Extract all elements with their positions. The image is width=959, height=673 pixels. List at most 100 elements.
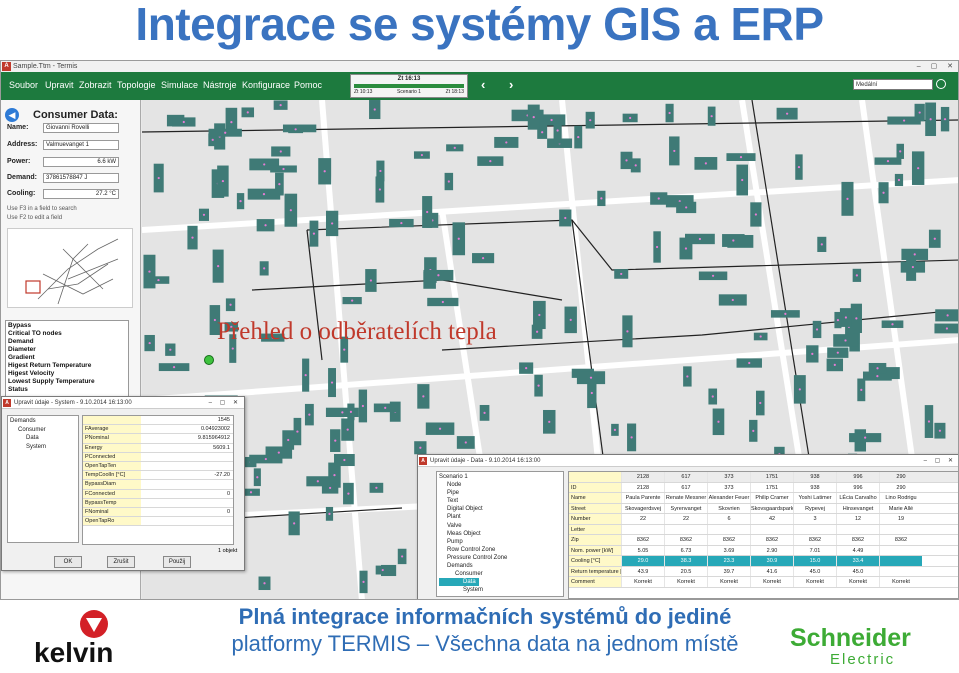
table-cell[interactable]: 23.3 bbox=[707, 556, 750, 566]
table-cell[interactable]: 33.4 bbox=[836, 556, 879, 566]
search-icon[interactable] bbox=[936, 79, 946, 89]
column-header[interactable]: 617 bbox=[664, 472, 707, 482]
consumer-dot[interactable] bbox=[330, 381, 334, 384]
table-cell[interactable]: Korrekt bbox=[664, 577, 707, 587]
consumer-dot[interactable] bbox=[537, 384, 540, 387]
table-cell[interactable]: 22 bbox=[621, 514, 664, 524]
consumer-dot[interactable] bbox=[378, 188, 382, 191]
object-tree[interactable]: Scenario 1 Node Pipe Text Digital Object Plan… bbox=[436, 471, 564, 597]
consumer-dot[interactable] bbox=[381, 568, 384, 572]
consumer-dot[interactable] bbox=[373, 108, 376, 111]
consumer-dot[interactable] bbox=[613, 428, 617, 431]
property-value[interactable]: 9.815964912 bbox=[141, 434, 233, 442]
window-controls[interactable]: – ▢ ✕ bbox=[917, 61, 957, 72]
table-cell[interactable]: Skovagerdsvej bbox=[621, 503, 664, 513]
menu-upravit[interactable]: Upravit bbox=[45, 80, 74, 90]
table-cell[interactable] bbox=[879, 566, 922, 576]
search-input[interactable]: Medální bbox=[853, 79, 933, 90]
tree-item[interactable]: Demands bbox=[439, 562, 561, 570]
consumer-dot[interactable] bbox=[897, 178, 901, 182]
table-cell[interactable]: 8362 bbox=[793, 535, 836, 545]
list-item[interactable]: Lowest Supply Temperature bbox=[8, 378, 126, 386]
consumer-dot[interactable] bbox=[213, 318, 216, 322]
table-row[interactable]: ID 2128 617 373 1751 938 996 290 bbox=[569, 482, 958, 493]
consumer-dot[interactable] bbox=[710, 115, 713, 118]
table-cell[interactable]: 7.01 bbox=[793, 545, 836, 555]
tree-item[interactable]: Meas Object bbox=[439, 530, 561, 538]
dialog-controls[interactable]: – ▢ ✕ bbox=[209, 397, 241, 409]
consumer-dot[interactable] bbox=[312, 232, 316, 235]
consumer-dot[interactable] bbox=[328, 512, 331, 515]
consumer-dot[interactable] bbox=[846, 197, 849, 200]
overview-minimap[interactable] bbox=[7, 228, 133, 308]
consumer-dot[interactable] bbox=[933, 237, 936, 240]
consumer-dot[interactable] bbox=[182, 120, 185, 124]
table-cell[interactable]: 4.49 bbox=[836, 545, 879, 555]
selected-consumer-marker[interactable] bbox=[204, 355, 214, 365]
consumer-dot[interactable] bbox=[169, 348, 172, 351]
consumer-dot[interactable] bbox=[741, 178, 744, 182]
consumer-dot[interactable] bbox=[550, 118, 553, 122]
tree-item[interactable]: System bbox=[10, 443, 76, 452]
table-cell[interactable]: Alexander Feuer bbox=[707, 493, 750, 503]
consumer-dot[interactable] bbox=[308, 413, 311, 416]
consumer-dot[interactable] bbox=[347, 492, 350, 495]
consumer-dot[interactable] bbox=[820, 243, 823, 246]
table-cell[interactable]: 8362 bbox=[621, 535, 664, 545]
table-cell[interactable] bbox=[879, 524, 922, 534]
table-cell[interactable]: 41.6 bbox=[750, 566, 793, 576]
table-cell[interactable] bbox=[664, 524, 707, 534]
consumer-dot[interactable] bbox=[419, 446, 422, 449]
property-value[interactable] bbox=[141, 462, 233, 470]
tree-item[interactable]: Node bbox=[439, 481, 561, 489]
tree-item[interactable]: Row Control Zone bbox=[439, 546, 561, 554]
consumer-dot[interactable] bbox=[798, 388, 801, 391]
consumer-dot[interactable] bbox=[331, 222, 334, 225]
consumer-dot[interactable] bbox=[620, 272, 623, 276]
consumer-dot[interactable] bbox=[505, 141, 508, 144]
theme-list[interactable]: Bypass Critical TO nodes Demand Diameter… bbox=[5, 320, 129, 400]
table-cell[interactable]: Korrekt bbox=[836, 577, 879, 587]
tree-item[interactable]: Pipe bbox=[439, 489, 561, 497]
consumer-dot[interactable] bbox=[938, 429, 942, 432]
consumer-dot[interactable] bbox=[886, 160, 890, 163]
table-cell[interactable]: Korrekt bbox=[793, 577, 836, 587]
table-row[interactable]: Letter bbox=[569, 524, 958, 535]
list-item[interactable]: Critical TO nodes bbox=[8, 330, 126, 338]
consumer-dot[interactable] bbox=[246, 111, 249, 114]
consumer-dot[interactable] bbox=[375, 486, 378, 489]
consumer-dot[interactable] bbox=[860, 388, 863, 391]
consumer-dot[interactable] bbox=[351, 299, 354, 302]
consumer-dot[interactable] bbox=[172, 366, 176, 369]
tree-item[interactable]: Data bbox=[10, 434, 76, 443]
cancel-button[interactable]: Zrušit bbox=[107, 556, 135, 568]
consumer-dot[interactable] bbox=[341, 411, 344, 414]
cooling-field[interactable]: 27.2 °C bbox=[43, 189, 119, 199]
consumer-dot[interactable] bbox=[296, 430, 299, 433]
column-header[interactable]: 1751 bbox=[750, 472, 793, 482]
dialog-controls[interactable]: – ▢ ✕ bbox=[924, 455, 956, 467]
menu-nastroje[interactable]: Nástroje bbox=[203, 80, 237, 90]
consumer-dot[interactable] bbox=[731, 298, 734, 302]
consumer-dot[interactable] bbox=[278, 183, 281, 186]
consumer-dot[interactable] bbox=[754, 213, 757, 216]
table-cell[interactable]: 12 bbox=[836, 514, 879, 524]
table-cell[interactable]: 3.69 bbox=[707, 545, 750, 555]
consumer-dot[interactable] bbox=[759, 401, 762, 405]
consumer-dot[interactable] bbox=[911, 265, 914, 269]
consumer-dot[interactable] bbox=[293, 522, 296, 525]
consumer-dot[interactable] bbox=[379, 169, 382, 173]
table-cell[interactable]: 8362 bbox=[664, 535, 707, 545]
consumer-dot[interactable] bbox=[836, 351, 839, 354]
consumer-dot[interactable] bbox=[277, 451, 280, 454]
consumer-dot[interactable] bbox=[263, 582, 266, 585]
tree-item[interactable]: Consumer bbox=[10, 426, 76, 435]
demand-field[interactable]: 37861578847 J bbox=[43, 173, 119, 183]
consumer-dot[interactable] bbox=[673, 149, 676, 153]
consumer-dot[interactable] bbox=[711, 274, 715, 277]
consumer-dot[interactable] bbox=[249, 491, 253, 494]
property-value[interactable]: 5609.1 bbox=[141, 444, 233, 452]
column-header[interactable]: 2128 bbox=[621, 472, 664, 482]
tree-item[interactable]: Valve bbox=[439, 522, 561, 530]
consumer-dot[interactable] bbox=[333, 474, 336, 477]
